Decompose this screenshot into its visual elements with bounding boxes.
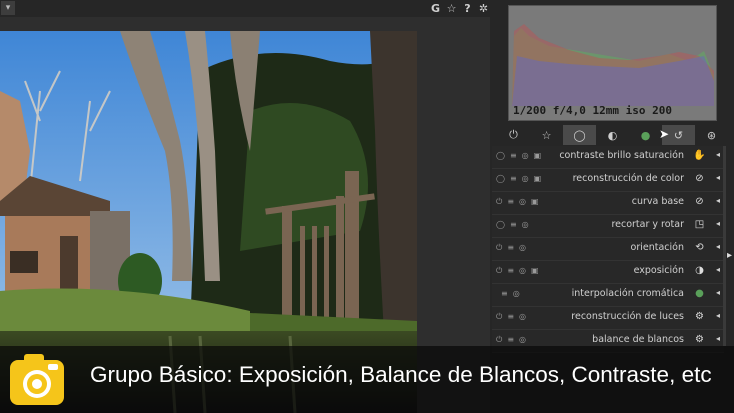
demosaic-icon: ● bbox=[695, 288, 704, 299]
mask-icon[interactable]: ▣ bbox=[534, 174, 542, 183]
video-caption: Grupo Básico: Exposición, Balance de Bla… bbox=[90, 362, 712, 387]
module-controls: ⏻ ≡ ◎ bbox=[496, 243, 526, 253]
power-icon[interactable]: ⏻ bbox=[496, 335, 502, 345]
presets-icon[interactable]: ≡ bbox=[507, 243, 514, 253]
reset-icon[interactable]: ◎ bbox=[522, 220, 529, 229]
expand-arrow-icon[interactable]: ◂ bbox=[716, 150, 720, 159]
module-group-tabs: ⏻ ☆ ◯ ◐ ● ↺ ⊛ bbox=[497, 124, 729, 146]
gear-icon[interactable]: ✲ bbox=[478, 2, 489, 15]
module-exposicion[interactable]: ⏻ ≡ ◎ ▣ exposición ◑ ◂ bbox=[492, 261, 724, 284]
module-curva-base[interactable]: ⏻ ≡ ◎ ▣ curva base ⊘ ◂ bbox=[492, 192, 724, 215]
exif-info: 1/200 f/4,0 12mm iso 200 bbox=[513, 104, 672, 117]
reset-icon[interactable]: ◎ bbox=[519, 312, 526, 322]
power-icon[interactable]: ◯ bbox=[496, 151, 505, 160]
white-balance-icon: ⚙ bbox=[695, 334, 704, 345]
presets-icon[interactable]: ≡ bbox=[510, 174, 517, 183]
module-orientacion[interactable]: ⏻ ≡ ◎ orientación ⟲ ◂ bbox=[492, 238, 724, 261]
reset-icon[interactable]: ◎ bbox=[522, 174, 529, 183]
hand-icon: ✋ bbox=[693, 150, 706, 161]
reset-icon[interactable]: ◎ bbox=[522, 151, 529, 160]
star-icon[interactable]: ☆ bbox=[446, 2, 457, 15]
module-reconstruccion-de-color[interactable]: ◯ ≡ ◎ ▣ reconstrucción de color ⊘ ◂ bbox=[492, 169, 724, 192]
presets-icon[interactable]: ≡ bbox=[507, 266, 514, 276]
expand-arrow-icon[interactable]: ◂ bbox=[716, 334, 720, 343]
tab-effects-group-icon[interactable]: ⊛ bbox=[695, 125, 728, 145]
module-label: contraste brillo saturación bbox=[559, 150, 684, 161]
power-icon[interactable]: ⏻ bbox=[496, 312, 502, 322]
tab-favorites-icon[interactable]: ☆ bbox=[530, 125, 563, 145]
collapse-panel-button[interactable]: ▾ bbox=[1, 1, 15, 15]
reset-icon[interactable]: ◎ bbox=[519, 197, 526, 207]
right-panel-arrow-icon[interactable]: ▸ bbox=[727, 250, 732, 261]
power-icon[interactable]: ⏻ bbox=[496, 266, 502, 276]
toolbar-icons: G ☆ ? ✲ bbox=[430, 0, 489, 17]
presets-icon[interactable]: ≡ bbox=[510, 151, 517, 160]
module-list-scrollbar[interactable] bbox=[723, 146, 726, 346]
module-label: exposición bbox=[633, 265, 684, 276]
presets-icon[interactable]: ≡ bbox=[507, 312, 514, 322]
presets-icon[interactable]: ≡ bbox=[510, 220, 517, 229]
module-label: reconstrucción de color bbox=[572, 173, 684, 184]
expand-arrow-icon[interactable]: ◂ bbox=[716, 311, 720, 320]
module-contraste-brillo-saturacion[interactable]: ◯ ≡ ◎ ▣ contraste brillo saturación ✋ ◂ bbox=[492, 146, 724, 169]
mask-icon[interactable]: ▣ bbox=[531, 266, 539, 276]
module-label: recortar y rotar bbox=[611, 219, 684, 230]
highlight-reconstruct-icon: ⚙ bbox=[695, 311, 704, 322]
help-icon[interactable]: ? bbox=[462, 2, 473, 15]
mask-icon[interactable]: ▣ bbox=[531, 197, 539, 207]
module-label: orientación bbox=[630, 242, 684, 253]
crop-icon: ◳ bbox=[694, 219, 705, 230]
module-reconstruccion-de-luces[interactable]: ⏻ ≡ ◎ reconstrucción de luces ⚙ ◂ bbox=[492, 307, 724, 330]
power-icon[interactable]: ◯ bbox=[496, 174, 505, 183]
module-label: reconstrucción de luces bbox=[571, 311, 684, 322]
tab-tone-group-icon[interactable]: ◐ bbox=[596, 125, 629, 145]
expand-arrow-icon[interactable]: ◂ bbox=[716, 265, 720, 274]
tab-basic-group-icon[interactable]: ◯ bbox=[563, 125, 596, 145]
reset-icon[interactable]: ◎ bbox=[519, 266, 526, 276]
module-controls: ⏻ ≡ ◎ bbox=[496, 312, 526, 322]
module-controls: ◯ ≡ ◎ ▣ bbox=[496, 151, 541, 160]
module-controls: ◯ ≡ ◎ ▣ bbox=[496, 174, 541, 183]
histogram[interactable]: 1/200 f/4,0 12mm iso 200 bbox=[508, 5, 717, 121]
expand-arrow-icon[interactable]: ◂ bbox=[716, 196, 720, 205]
color-reconstruct-icon: ⊘ bbox=[695, 173, 704, 184]
camera-logo-icon bbox=[8, 352, 66, 407]
expand-arrow-icon[interactable]: ◂ bbox=[716, 219, 720, 228]
module-controls: ◯ ≡ ◎ bbox=[496, 220, 529, 229]
module-label: curva base bbox=[631, 196, 684, 207]
tab-color-group-icon[interactable]: ● bbox=[629, 125, 662, 145]
mask-icon[interactable]: ▣ bbox=[534, 151, 542, 160]
rotate-icon: ⟲ bbox=[695, 242, 704, 253]
presets-icon[interactable]: ≡ bbox=[507, 335, 514, 345]
power-icon[interactable]: ⏻ bbox=[496, 197, 502, 207]
mouse-cursor-icon: ➤ bbox=[659, 127, 670, 141]
module-controls: ⏻ ≡ ◎ bbox=[496, 335, 526, 345]
module-controls: ⏻ ≡ ◎ ▣ bbox=[496, 266, 539, 276]
reset-icon[interactable]: ◎ bbox=[519, 243, 526, 253]
reset-icon[interactable]: ◎ bbox=[513, 289, 520, 298]
module-controls: ⏻ ≡ ◎ ▣ bbox=[496, 197, 539, 207]
presets-icon[interactable]: ≡ bbox=[501, 289, 508, 298]
expand-arrow-icon[interactable]: ◂ bbox=[716, 242, 720, 251]
exposure-icon: ◑ bbox=[695, 265, 704, 276]
module-controls: ≡ ◎ bbox=[496, 289, 520, 298]
tab-active-modules-icon[interactable]: ⏻ bbox=[497, 125, 530, 145]
curve-icon: ⊘ bbox=[695, 196, 704, 207]
module-list: ◯ ≡ ◎ ▣ contraste brillo saturación ✋ ◂ … bbox=[492, 146, 724, 353]
expand-arrow-icon[interactable]: ◂ bbox=[716, 288, 720, 297]
module-recortar-y-rotar[interactable]: ◯ ≡ ◎ recortar y rotar ◳ ◂ bbox=[492, 215, 724, 238]
module-label: interpolación cromática bbox=[571, 288, 684, 299]
module-interpolacion-cromatica[interactable]: ≡ ◎ interpolación cromática ● ◂ bbox=[492, 284, 724, 307]
reset-icon[interactable]: ◎ bbox=[519, 335, 526, 345]
power-icon[interactable]: ◯ bbox=[496, 220, 505, 229]
presets-icon[interactable]: ≡ bbox=[507, 197, 514, 207]
module-label: balance de blancos bbox=[592, 334, 684, 345]
g-icon[interactable]: G bbox=[430, 2, 441, 15]
expand-arrow-icon[interactable]: ◂ bbox=[716, 173, 720, 182]
power-icon[interactable]: ⏻ bbox=[496, 243, 502, 253]
